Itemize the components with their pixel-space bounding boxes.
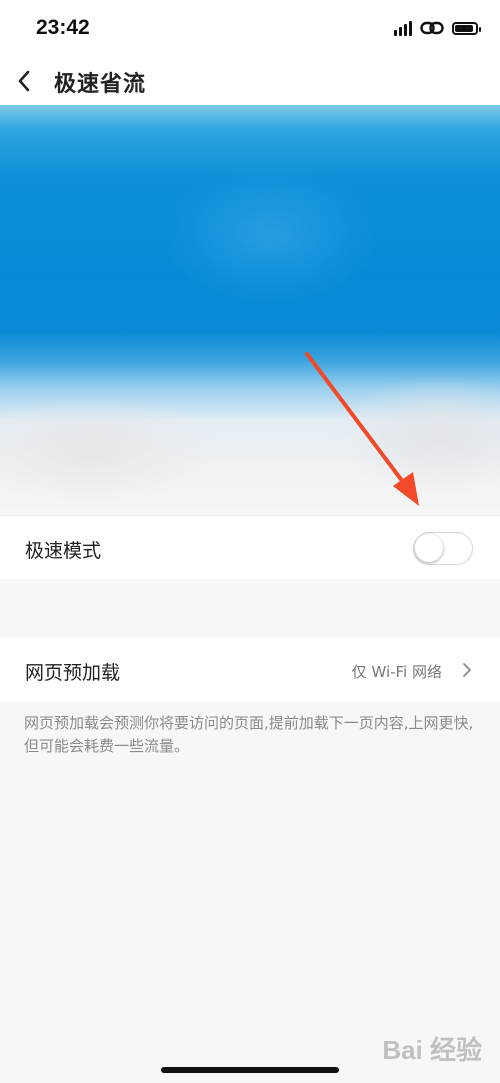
chevron-left-icon[interactable] bbox=[12, 64, 42, 98]
status-time: 23:42 bbox=[36, 16, 90, 39]
preload-value: 仅 Wi-Fi 网络 bbox=[351, 663, 442, 681]
home-indicator bbox=[161, 1067, 339, 1073]
nav-bar: 极速省流 bbox=[0, 60, 500, 105]
link-icon bbox=[420, 21, 444, 35]
signal-icon bbox=[394, 20, 412, 36]
speed-mode-row: 极速模式 bbox=[0, 515, 500, 579]
speed-mode-toggle[interactable] bbox=[413, 532, 473, 565]
page-title: 极速省流 bbox=[54, 72, 147, 97]
preload-row[interactable]: 网页预加载 仅 Wi-Fi 网络 bbox=[0, 638, 500, 702]
chevron-right-icon bbox=[463, 663, 471, 677]
preload-description: 网页预加载会预测你将要访问的页面,提前加载下一页内容,上网更快,但可能会耗费一些… bbox=[24, 714, 474, 755]
watermark: Bai 经验 bbox=[382, 1035, 482, 1065]
speed-mode-label: 极速模式 bbox=[25, 540, 102, 562]
banner-image bbox=[0, 105, 500, 510]
battery-icon bbox=[452, 21, 481, 35]
preload-label: 网页预加载 bbox=[25, 662, 121, 684]
status-icons bbox=[394, 20, 481, 36]
toggle-knob bbox=[415, 534, 443, 562]
status-bar: 23:42 bbox=[0, 0, 500, 60]
